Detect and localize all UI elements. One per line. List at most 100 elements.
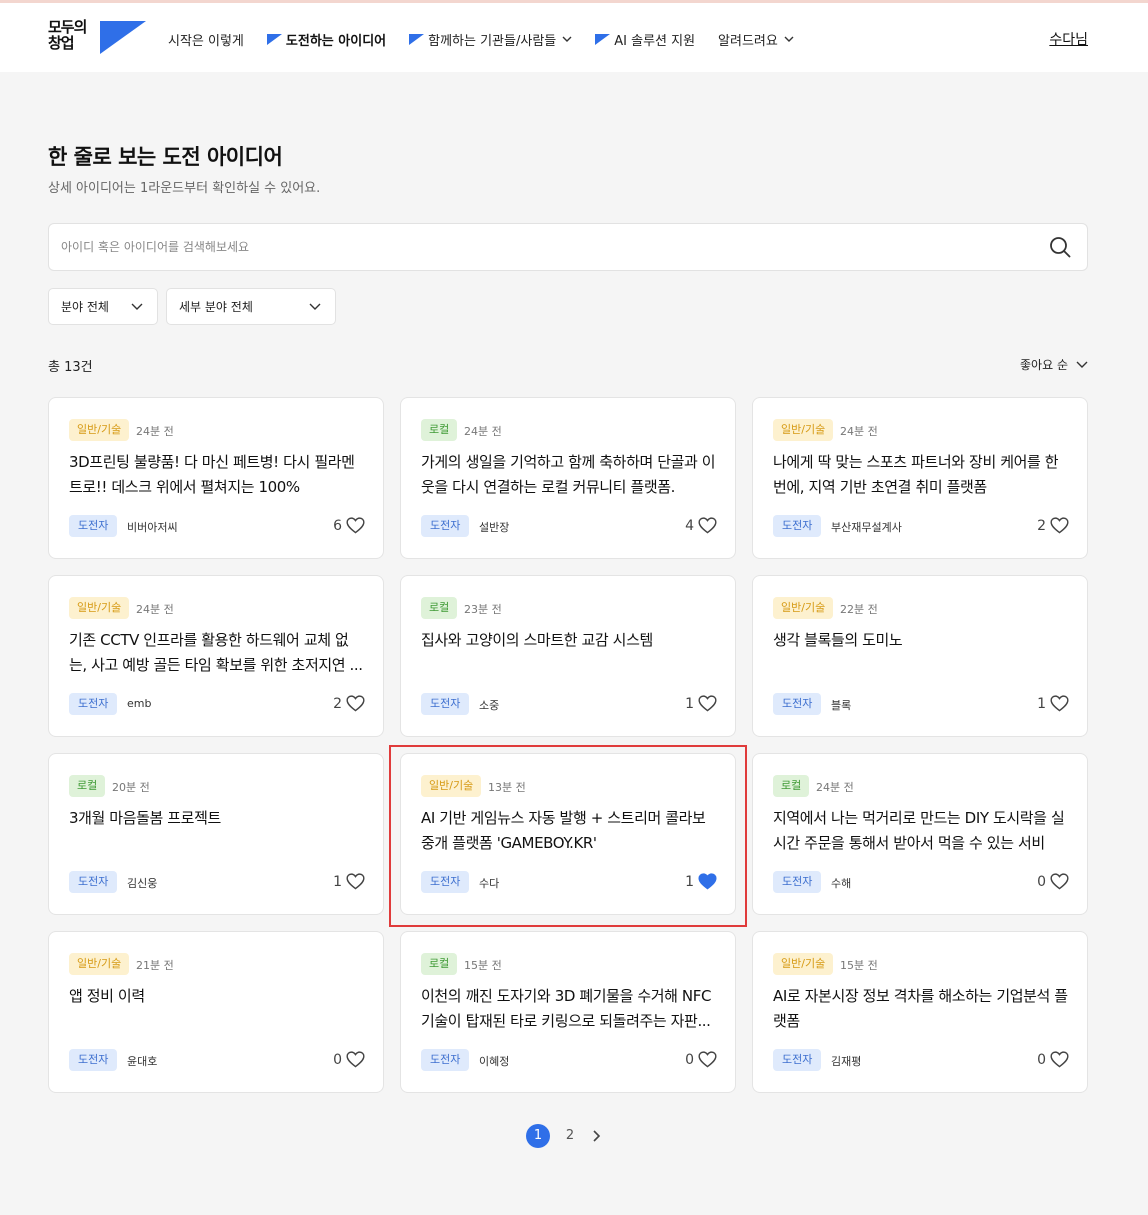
posted-time: 15분 전 [840,959,878,972]
like-button[interactable]: 0 [1037,873,1069,890]
posted-time: 24분 전 [464,425,502,438]
site-logo[interactable]: 모두의 창업 [48,19,148,59]
search-icon[interactable] [1049,236,1071,258]
like-button[interactable]: 1 [685,873,717,890]
idea-title[interactable]: AI 기반 게임뉴스 자동 발행 + 스트리머 콜라보 중개 플랫폼 'GAME… [421,806,717,856]
category-tag: 일반/기술 [773,597,834,619]
flag-icon [266,33,282,45]
nav-item-label: 도전하는 아이디어 [285,33,387,49]
posted-time: 24분 전 [816,781,854,794]
role-badge: 도전자 [421,693,470,715]
like-button[interactable]: 4 [685,517,717,534]
top-header: 모두의 창업 시작은 이렇게 도전하는 아이디어 함께하는 기관들/사람들 AI 솔루… [0,0,1148,72]
heart-icon [1050,517,1069,534]
category-tag: 일반/기술 [773,419,834,441]
role-badge: 도전자 [69,515,118,537]
author-name: 수다 [479,877,500,890]
author-name: 김재평 [831,1055,862,1068]
like-button[interactable]: 0 [1037,1051,1069,1068]
idea-title[interactable]: AI로 자본시장 정보 격차를 해소하는 기업분석 플랫폼 [773,984,1069,1034]
like-button[interactable]: 1 [333,873,365,890]
nav-item-1[interactable]: 시작은 이렇게 [168,30,244,49]
idea-title[interactable]: 3D프린팅 불량품! 다 마신 페트병! 다시 필라멘트로!! 데스크 위에서 … [69,450,365,500]
idea-card[interactable]: 로컬 24분 전지역에서 나는 먹거리로 만드는 DIY 도시락을 실시간 주문을… [752,753,1088,915]
posted-time: 24분 전 [840,425,878,438]
like-count: 0 [685,1051,694,1068]
sort-select[interactable]: 좋아요 순 [1020,356,1088,373]
like-count: 2 [1037,517,1046,534]
nav-item-3[interactable]: 함께하는 기관들/사람들 [409,30,572,49]
chevron-down-icon [131,303,143,310]
flag-icon [409,33,425,45]
idea-title[interactable]: 나에게 딱 맞는 스포츠 파트너와 장비 케어를 한 번에, 지역 기반 초연결… [773,450,1069,500]
idea-title[interactable]: 생각 블록들의 도미노 [773,628,1069,653]
author-name: 부산재무설계사 [831,521,902,534]
page-subtitle: 상세 아이디어는 1라운드부터 확인하실 수 있어요. [48,181,321,196]
role-badge: 도전자 [421,871,470,893]
idea-title[interactable]: 이천의 깨진 도자기와 3D 폐기물을 수거해 NFC 기술이 탑재된 타로 키… [421,984,717,1034]
heart-icon [1050,1051,1069,1068]
heart-icon [346,695,365,712]
nav-item-label: 시작은 이렇게 [168,33,244,49]
user-menu-link[interactable]: 수다님 [1049,29,1088,49]
category-filter-select[interactable]: 분야 전체 [48,288,158,325]
idea-card[interactable]: 로컬 23분 전 집사와 고양이의 스마트한 교감 시스템 도전자 소중 1 [400,575,736,737]
idea-title[interactable]: 지역에서 나는 먹거리로 만드는 DIY 도시락을 실시간 주문을 통해서 받아… [773,806,1069,856]
idea-title[interactable]: 3개월 마음돌봄 프로젝트 [69,806,365,831]
like-button[interactable]: 1 [685,695,717,712]
page-button-2[interactable]: 2 [558,1124,582,1148]
subcategory-filter-label: 세부 분야 전체 [179,300,253,314]
page-button-1[interactable]: 1 [526,1124,550,1148]
author-name: 설반장 [479,521,510,534]
like-button[interactable]: 0 [333,1051,365,1068]
nav-item-5[interactable]: 알려드려요 [718,30,794,49]
idea-card[interactable]: 일반/기술 24분 전나에게 딱 맞는 스포츠 파트너와 장비 케어를 한 번에,… [752,397,1088,559]
logo-flag-icon [100,21,146,54]
chevron-right-icon[interactable] [592,1130,602,1142]
category-tag: 일반/기술 [773,953,834,975]
nav-item-label: AI 솔루션 지원 [614,33,696,49]
author-name: 이혜정 [479,1055,510,1068]
author-name: 소중 [479,699,500,712]
like-button[interactable]: 6 [333,517,365,534]
idea-title[interactable]: 가게의 생일을 기억하고 함께 축하하며 단골과 이웃을 다시 연결하는 로컬 … [421,450,717,500]
like-count: 1 [1037,695,1046,712]
idea-card[interactable]: 일반/기술 22분 전 생각 블록들의 도미노 도전자 블록 1 [752,575,1088,737]
nav-item-2[interactable]: 도전하는 아이디어 [266,30,387,49]
role-badge: 도전자 [773,515,822,537]
search-input[interactable] [61,224,1021,270]
idea-title[interactable]: 기존 CCTV 인프라를 활용한 하드웨어 교체 없는, 사고 예방 골든 타임… [69,628,365,678]
like-count: 0 [1037,873,1046,890]
role-badge: 도전자 [421,515,470,537]
heart-icon [698,695,717,712]
like-count: 1 [333,873,342,890]
heart-filled-icon [698,873,717,890]
idea-card[interactable]: 로컬 15분 전 이천의 깨진 도자기와 3D 폐기물을 수거해 NFC 기술이 탑… [400,931,736,1093]
role-badge: 도전자 [773,693,822,715]
like-button[interactable]: 0 [685,1051,717,1068]
idea-card[interactable]: 일반/기술 21분 전앱 정비 이력 도전자 윤대호 0 [48,931,384,1093]
chevron-down-icon [562,36,572,42]
nav-item-label: 알려드려요 [718,33,778,49]
idea-card[interactable]: 로컬 20분 전 3개월 마음돌봄 프로젝트 도전자 김신웅 1 [48,753,384,915]
heart-icon [346,1051,365,1068]
nav-item-4[interactable]: AI 솔루션 지원 [595,30,695,49]
main-nav: 시작은 이렇게 도전하는 아이디어 함께하는 기관들/사람들 AI 솔루션 지원 알려드… [168,29,817,49]
idea-card[interactable]: 일반/기술 15분 전 AI로 자본시장 정보 격차를 해소하는 기업분석 플랫폼 도… [752,931,1088,1093]
like-button[interactable]: 2 [333,695,365,712]
idea-card[interactable]: 일반/기술 24분 전 3D프린팅 불량품! 다 마신 페트병! 다시 필라멘트로!… [48,397,384,559]
idea-card[interactable]: 일반/기술 24분 전기존 CCTV 인프라를 활용한 하드웨어 교체 없는, 사… [48,575,384,737]
like-button[interactable]: 1 [1037,695,1069,712]
idea-card[interactable]: 일반/기술 13분 전 AI 기반 게임뉴스 자동 발행 + 스트리머 콜라보 중개… [400,753,736,915]
idea-title[interactable]: 집사와 고양이의 스마트한 교감 시스템 [421,628,717,653]
posted-time: 24분 전 [136,603,174,616]
category-tag: 일반/기술 [69,597,130,619]
sort-label: 좋아요 순 [1020,358,1068,372]
heart-icon [698,1051,717,1068]
subcategory-filter-select[interactable]: 세부 분야 전체 [166,288,336,325]
category-tag: 로컬 [773,775,810,797]
idea-card[interactable]: 로컬 24분 전 가게의 생일을 기억하고 함께 축하하며 단골과 이웃을 다시 연… [400,397,736,559]
like-button[interactable]: 2 [1037,517,1069,534]
idea-title[interactable]: 앱 정비 이력 [69,984,365,1009]
heart-icon [346,873,365,890]
